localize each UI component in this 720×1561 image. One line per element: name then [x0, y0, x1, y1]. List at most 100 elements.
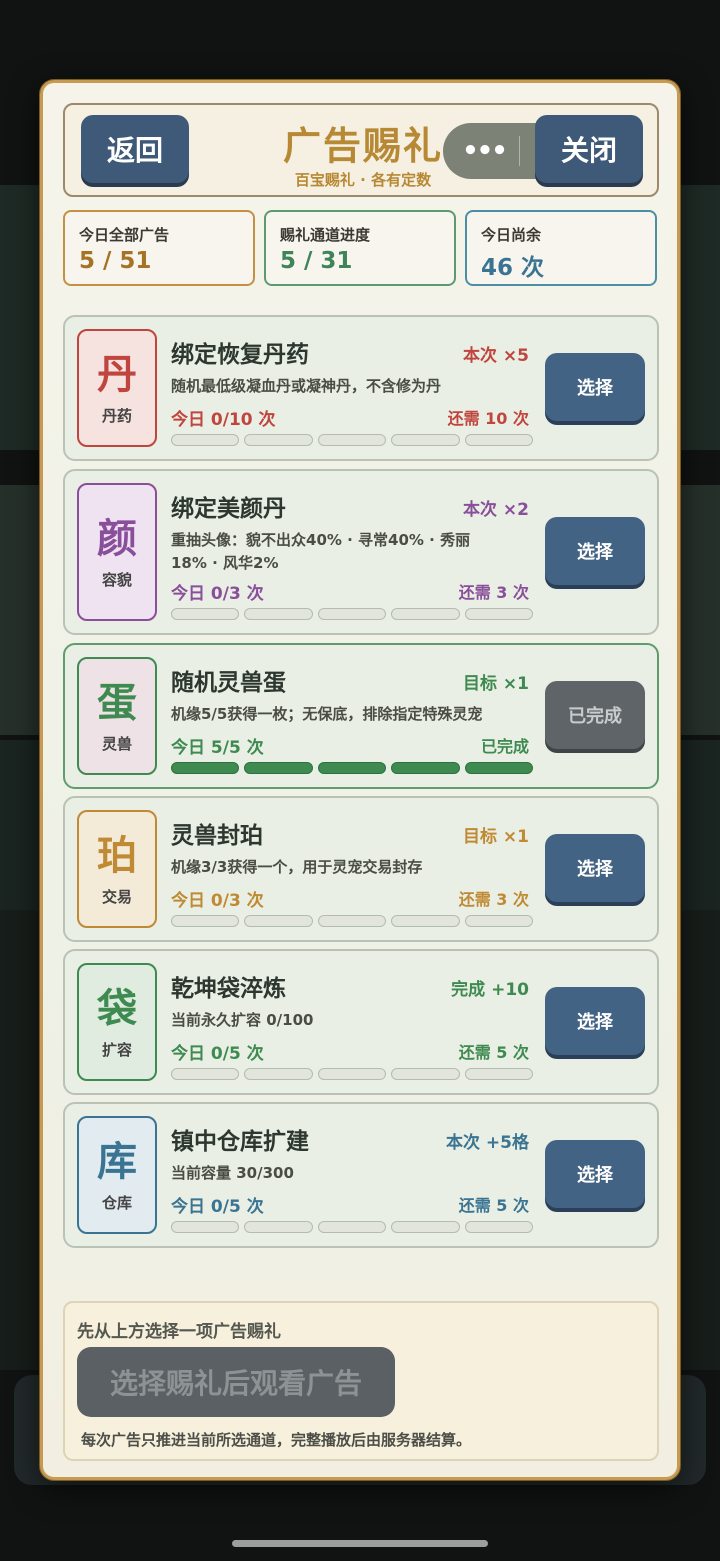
remaining-count: 还需 5 次 [458, 1196, 529, 1215]
reward-category: 仓库 [101, 1194, 132, 1212]
progress-segment [464, 608, 534, 620]
reward-description: 当前永久扩容 0/100 [171, 1011, 314, 1029]
progress-bar [171, 1221, 534, 1233]
reward-glyph: 颜 [97, 516, 137, 562]
reward-badge: 丹丹药 [77, 329, 157, 447]
reward-tag: 目标 ×1 [463, 827, 529, 847]
reward-glyph: 丹 [97, 352, 137, 398]
progress-bar [171, 915, 534, 927]
select-button[interactable]: 选择 [545, 987, 645, 1055]
reward-glyph: 袋 [97, 986, 137, 1032]
stat-label: 今日尚余 [481, 226, 542, 244]
footer-panel: 先从上方选择一项广告赐礼 选择赐礼后观看广告 每次广告只推进当前所选通道，完整播… [63, 1301, 659, 1461]
today-count: 今日 0/10 次 [171, 410, 276, 430]
progress-segment [171, 915, 240, 927]
progress-segment [317, 762, 387, 774]
select-button[interactable]: 选择 [545, 517, 645, 585]
reward-card: 蛋灵兽 随机灵兽蛋 目标 ×1 机缘5/5获得一枚；无保底，排除指定特殊灵宠 今日 5/… [63, 643, 659, 789]
remaining-count: 还需 3 次 [458, 890, 529, 909]
progress-segment [244, 915, 313, 927]
select-button[interactable]: 选择 [545, 353, 645, 421]
reward-tag: 本次 ×5 [463, 346, 529, 366]
reward-category: 容貌 [101, 571, 132, 589]
reward-tag: 本次 +5格 [446, 1133, 529, 1153]
stat-value: 5 / 31 [280, 248, 353, 274]
remaining-count: 还需 10 次 [447, 409, 529, 428]
stat-remaining: 今日尚余 46 次 [465, 210, 657, 286]
select-button[interactable]: 选择 [545, 1140, 645, 1208]
stat-value: 5 / 51 [79, 248, 152, 274]
reward-category: 扩容 [101, 1041, 132, 1059]
ad-gift-dialog: 广告赐礼 百宝赐礼 · 各有定数 返回 ••• 关闭 今日全部广告 5 / 51… [40, 80, 680, 1480]
reward-category: 灵兽 [101, 735, 132, 753]
reward-card: 珀交易 灵兽封珀 目标 ×1 机缘3/3获得一个，用于灵宠交易封存 今日 0/3 次还需… [63, 796, 659, 942]
reward-description: 重抽头像：貌不出众40% · 寻常40% · 秀丽18% · 风华2% [171, 531, 471, 572]
progress-segment [464, 1068, 534, 1080]
progress-segment [391, 1068, 460, 1080]
progress-segment [464, 762, 534, 774]
back-button[interactable]: 返回 [81, 115, 189, 183]
reward-category: 丹药 [101, 407, 132, 425]
more-icon[interactable]: ••• [449, 136, 519, 166]
progress-segment [171, 434, 240, 446]
remaining-count: 还需 5 次 [458, 1043, 529, 1062]
progress-segment [171, 1068, 240, 1080]
reward-title: 随机灵兽蛋 [171, 670, 286, 696]
reward-category: 交易 [101, 888, 132, 906]
today-count: 今日 0/3 次 [171, 584, 264, 604]
reward-card: 库仓库 镇中仓库扩建 本次 +5格 当前容量 30/300 今日 0/5 次还需 5 次… [63, 1102, 659, 1248]
progress-segment [317, 434, 387, 446]
home-indicator [232, 1540, 488, 1547]
select-button[interactable]: 已完成 [545, 681, 645, 749]
watch-ad-button[interactable]: 选择赐礼后观看广告 [77, 1347, 395, 1417]
progress-segment [391, 915, 460, 927]
stat-label: 赐礼通道进度 [280, 226, 371, 244]
reward-title: 绑定恢复丹药 [171, 342, 309, 368]
reward-card: 袋扩容 乾坤袋淬炼 完成 +10 当前永久扩容 0/100 今日 0/5 次还需 5 次… [63, 949, 659, 1095]
select-button[interactable]: 选择 [545, 834, 645, 902]
stat-label: 今日全部广告 [79, 226, 170, 244]
progress-segment [464, 915, 534, 927]
progress-segment [391, 608, 460, 620]
stat-total-ads: 今日全部广告 5 / 51 [63, 210, 255, 286]
today-count: 今日 5/5 次 [171, 738, 264, 758]
reward-title: 灵兽封珀 [171, 823, 263, 849]
progress-segment [391, 762, 460, 774]
reward-glyph: 库 [97, 1139, 137, 1185]
today-count: 今日 0/5 次 [171, 1044, 264, 1064]
progress-segment [317, 608, 387, 620]
reward-description: 随机最低级凝血丹或凝神丹，不含修为丹 [171, 377, 442, 395]
progress-bar [171, 434, 534, 446]
close-button[interactable]: 关闭 [535, 115, 643, 183]
reward-card: 丹丹药 绑定恢复丹药 本次 ×5 随机最低级凝血丹或凝神丹，不含修为丹 今日 0/10 … [63, 315, 659, 461]
progress-bar [171, 1068, 534, 1080]
progress-segment [171, 1221, 240, 1233]
reward-glyph: 蛋 [97, 680, 137, 726]
today-count: 今日 0/3 次 [171, 891, 264, 911]
progress-segment [244, 434, 313, 446]
today-count: 今日 0/5 次 [171, 1197, 264, 1217]
progress-bar [171, 608, 534, 620]
remaining-count: 还需 3 次 [458, 583, 529, 602]
reward-title: 绑定美颜丹 [171, 496, 286, 522]
progress-bar [171, 762, 534, 774]
progress-segment [171, 762, 240, 774]
reward-badge: 颜容貌 [77, 483, 157, 621]
progress-segment [317, 1221, 387, 1233]
footer-hint: 先从上方选择一项广告赐礼 [77, 1322, 281, 1342]
progress-segment [244, 1221, 313, 1233]
reward-title: 镇中仓库扩建 [171, 1129, 309, 1155]
remaining-count: 已完成 [480, 737, 529, 756]
reward-badge: 袋扩容 [77, 963, 157, 1081]
reward-card: 颜容貌 绑定美颜丹 本次 ×2 重抽头像：貌不出众40% · 寻常40% · 秀丽18… [63, 469, 659, 635]
reward-badge: 库仓库 [77, 1116, 157, 1234]
progress-segment [391, 1221, 460, 1233]
progress-segment [464, 1221, 534, 1233]
dialog-header: 广告赐礼 百宝赐礼 · 各有定数 返回 ••• 关闭 [63, 103, 659, 197]
reward-glyph: 珀 [97, 833, 137, 879]
progress-segment [464, 434, 534, 446]
reward-tag: 本次 ×2 [463, 500, 529, 520]
reward-tag: 完成 +10 [451, 980, 529, 1000]
reward-badge: 蛋灵兽 [77, 657, 157, 775]
reward-tag: 目标 ×1 [463, 674, 529, 694]
